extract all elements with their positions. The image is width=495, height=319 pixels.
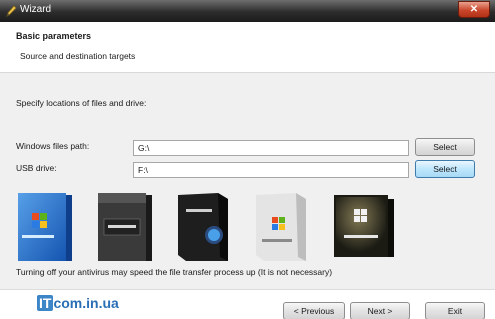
title-bar[interactable]: Wizard ✕ [0, 0, 495, 22]
windows-xp-box-image [18, 193, 72, 261]
close-icon: ✕ [469, 4, 479, 15]
exit-label: Exit [447, 306, 463, 316]
next-button[interactable]: Next > [350, 302, 410, 319]
windows-2003-box-image [98, 193, 152, 261]
next-label: Next > [367, 306, 393, 316]
instructions-text: Specify locations of files and drive: [16, 98, 147, 108]
site-logo[interactable]: IT com.in.ua [37, 295, 119, 311]
windows-path-label: Windows files path: [16, 141, 90, 151]
page-title: Basic parameters [16, 31, 92, 41]
windows-vista-box-image [178, 193, 228, 261]
wizard-window: Wizard ✕ Basic parameters Source and des… [0, 0, 495, 319]
usb-drive-value: F:\ [138, 165, 148, 175]
windows-path-field[interactable]: G:\ [133, 140, 409, 156]
pencil-icon [6, 5, 17, 17]
windows-path-select-button[interactable]: Select [415, 138, 475, 156]
page-subtitle: Source and destination targets [20, 51, 136, 61]
close-button[interactable]: ✕ [458, 1, 490, 18]
window-title: Wizard [20, 4, 52, 15]
exit-button[interactable]: Exit [425, 302, 485, 319]
previous-label: < Previous [293, 306, 335, 316]
previous-button[interactable]: < Previous [283, 302, 345, 319]
windows-7-box-image [334, 195, 394, 257]
antivirus-note: Turning off your antivirus may speed the… [16, 267, 333, 277]
windows-path-select-label: Select [433, 142, 457, 152]
site-logo-it: IT [37, 295, 54, 311]
wizard-header: Basic parameters Source and destination … [0, 22, 495, 73]
site-logo-text: com.in.ua [53, 295, 119, 311]
usb-drive-select-label: Select [433, 164, 457, 174]
usb-drive-select-button[interactable]: Select [415, 160, 475, 178]
usb-drive-label: USB drive: [16, 163, 57, 173]
windows-path-value: G:\ [138, 143, 150, 153]
usb-drive-field[interactable]: F:\ [133, 162, 409, 178]
wizard-footer: IT com.in.ua < Previous Next > Exit [0, 289, 495, 319]
windows-server-2008-box-image [256, 193, 306, 261]
